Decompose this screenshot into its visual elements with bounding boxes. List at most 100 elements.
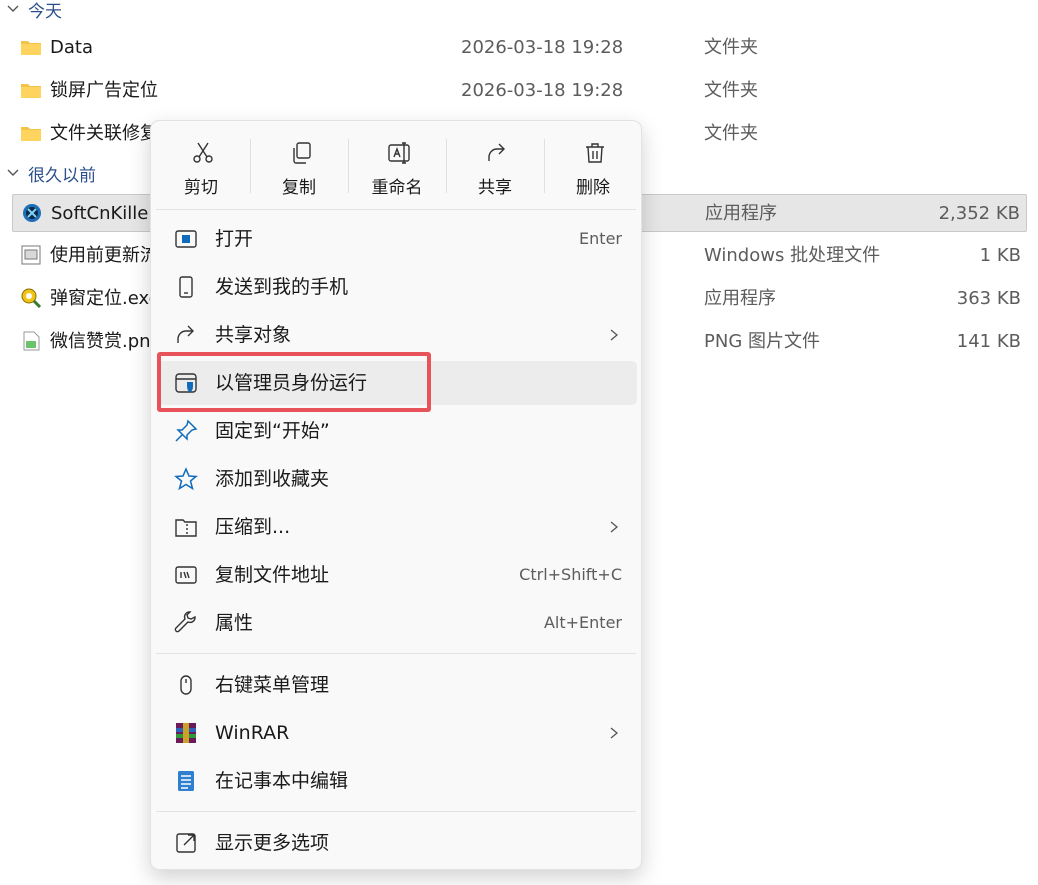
rename-label: 重命名 <box>371 178 423 198</box>
share-button[interactable]: 共享 <box>452 131 538 203</box>
png-file-icon <box>23 331 40 351</box>
file-row[interactable]: Data 2026-03-18 19:28 文件夹 <box>12 29 1027 67</box>
context-menu-toolbar: 剪切 复制 重命名 共享 删除 <box>151 121 641 209</box>
folder-icon <box>21 127 41 141</box>
show-more-icon <box>176 833 196 853</box>
menu-item-edit-in-notepad[interactable]: 在记事本中编辑 <box>158 759 637 803</box>
chevron-down-icon <box>7 5 19 12</box>
group-label: 很久以前 <box>28 165 96 186</box>
exe-icon <box>21 288 42 308</box>
menu-divider <box>156 811 636 812</box>
phone-icon <box>179 276 193 298</box>
menu-divider <box>156 209 636 210</box>
file-name: 使用前更新流 <box>50 245 158 266</box>
menu-item-properties[interactable]: 属性 Alt+Enter <box>158 601 637 645</box>
file-date: 2026-03-18 19:28 <box>461 37 624 58</box>
menu-item-label: 在记事本中编辑 <box>215 770 349 792</box>
file-size: 2,352 KB <box>938 203 1020 224</box>
menu-item-shortcut: Enter <box>579 229 622 248</box>
folder-icon <box>21 41 41 55</box>
menu-item-winrar[interactable]: WinRAR <box>158 711 637 755</box>
copy-button[interactable]: 复制 <box>256 131 342 203</box>
toolbar-separator <box>446 139 447 193</box>
menu-item-label: 属性 <box>215 612 254 634</box>
menu-item-copy-path[interactable]: 复制文件地址 Ctrl+Shift+C <box>158 553 637 597</box>
scissors-icon <box>193 142 213 163</box>
star-icon <box>174 467 198 491</box>
menu-item-open[interactable]: 打开 Enter <box>158 217 637 261</box>
menu-item-add-to-favorites[interactable]: 添加到收藏夹 <box>158 457 637 501</box>
share-label: 共享 <box>478 178 512 198</box>
app-icon <box>23 204 41 222</box>
file-name: SoftCnKiller <box>51 203 156 224</box>
file-name: 文件关联修复 <box>50 123 158 144</box>
menu-item-share-with[interactable]: 共享对象 <box>158 313 637 357</box>
file-type: 应用程序 <box>704 288 776 309</box>
notepad-icon <box>178 771 194 791</box>
trash-icon <box>586 143 604 163</box>
zip-folder-icon <box>175 519 197 537</box>
toolbar-separator <box>544 139 545 193</box>
menu-item-send-to-phone[interactable]: 发送到我的手机 <box>158 265 637 309</box>
file-size: 363 KB <box>956 288 1021 309</box>
file-type: 文件夹 <box>704 80 758 101</box>
toolbar-separator <box>348 139 349 193</box>
context-menu: 剪切 复制 重命名 共享 删除 打开 Enter 发送到我的手机 共享对象 以管… <box>150 120 642 870</box>
batch-file-icon <box>21 245 41 265</box>
menu-divider <box>156 653 636 654</box>
menu-item-compress-to[interactable]: 压缩到... <box>158 505 637 549</box>
pin-icon <box>175 419 198 442</box>
copy-icon <box>293 142 311 164</box>
menu-item-label: WinRAR <box>215 722 290 744</box>
file-date: 2026-03-18 19:28 <box>461 80 624 101</box>
chevron-right-icon <box>610 521 619 533</box>
highlight-box <box>157 352 431 412</box>
open-window-icon <box>175 230 197 248</box>
menu-item-label: 复制文件地址 <box>215 564 330 586</box>
menu-item-label: 显示更多选项 <box>215 832 330 854</box>
toolbar-separator <box>250 139 251 193</box>
chevron-right-icon <box>610 329 619 341</box>
file-size: 1 KB <box>979 245 1021 266</box>
folder-icon <box>21 84 41 98</box>
rename-icon <box>388 142 410 164</box>
file-type: 文件夹 <box>704 37 758 58</box>
chevron-down-icon <box>7 169 19 176</box>
delete-label: 删除 <box>576 178 610 198</box>
menu-item-label: 右键菜单管理 <box>215 674 330 696</box>
file-name: 锁屏广告定位 <box>50 80 158 101</box>
menu-item-context-menu-manager[interactable]: 右键菜单管理 <box>158 663 637 707</box>
chevron-right-icon <box>610 727 619 739</box>
file-type: 文件夹 <box>704 123 758 144</box>
group-label: 今天 <box>28 1 62 22</box>
rename-button[interactable]: 重命名 <box>354 131 440 203</box>
file-name: Data <box>50 37 93 58</box>
cut-label: 剪切 <box>184 178 218 198</box>
menu-item-show-more-options[interactable]: 显示更多选项 <box>158 821 637 865</box>
copy-path-icon <box>175 566 197 584</box>
menu-item-pin-to-start[interactable]: 固定到“开始” <box>158 409 637 453</box>
share-icon <box>488 143 505 161</box>
menu-item-shortcut: Alt+Enter <box>543 613 622 632</box>
file-type: Windows 批处理文件 <box>704 245 881 266</box>
menu-item-label: 共享对象 <box>215 324 292 346</box>
file-type: PNG 图片文件 <box>704 331 820 352</box>
cut-button[interactable]: 剪切 <box>158 131 244 203</box>
group-header-today[interactable]: 今天 <box>0 0 62 22</box>
menu-item-label: 添加到收藏夹 <box>215 468 330 490</box>
menu-item-shortcut: Ctrl+Shift+C <box>519 565 622 584</box>
wrench-icon <box>174 611 196 633</box>
winrar-icon <box>176 723 196 743</box>
file-row[interactable]: 锁屏广告定位 2026-03-18 19:28 文件夹 <box>12 72 1027 110</box>
share-icon <box>177 325 194 343</box>
file-name: 微信赞赏.png <box>50 331 162 352</box>
menu-item-label: 发送到我的手机 <box>215 276 349 298</box>
copy-label: 复制 <box>282 178 316 198</box>
group-header-long-ago[interactable]: 很久以前 <box>0 161 96 186</box>
file-name: 弹窗定位.exe <box>50 288 160 309</box>
file-type: 应用程序 <box>705 203 777 224</box>
delete-button[interactable]: 删除 <box>550 131 636 203</box>
menu-item-label: 压缩到... <box>215 516 291 538</box>
menu-item-label: 固定到“开始” <box>215 420 330 442</box>
menu-item-label: 打开 <box>215 228 254 250</box>
